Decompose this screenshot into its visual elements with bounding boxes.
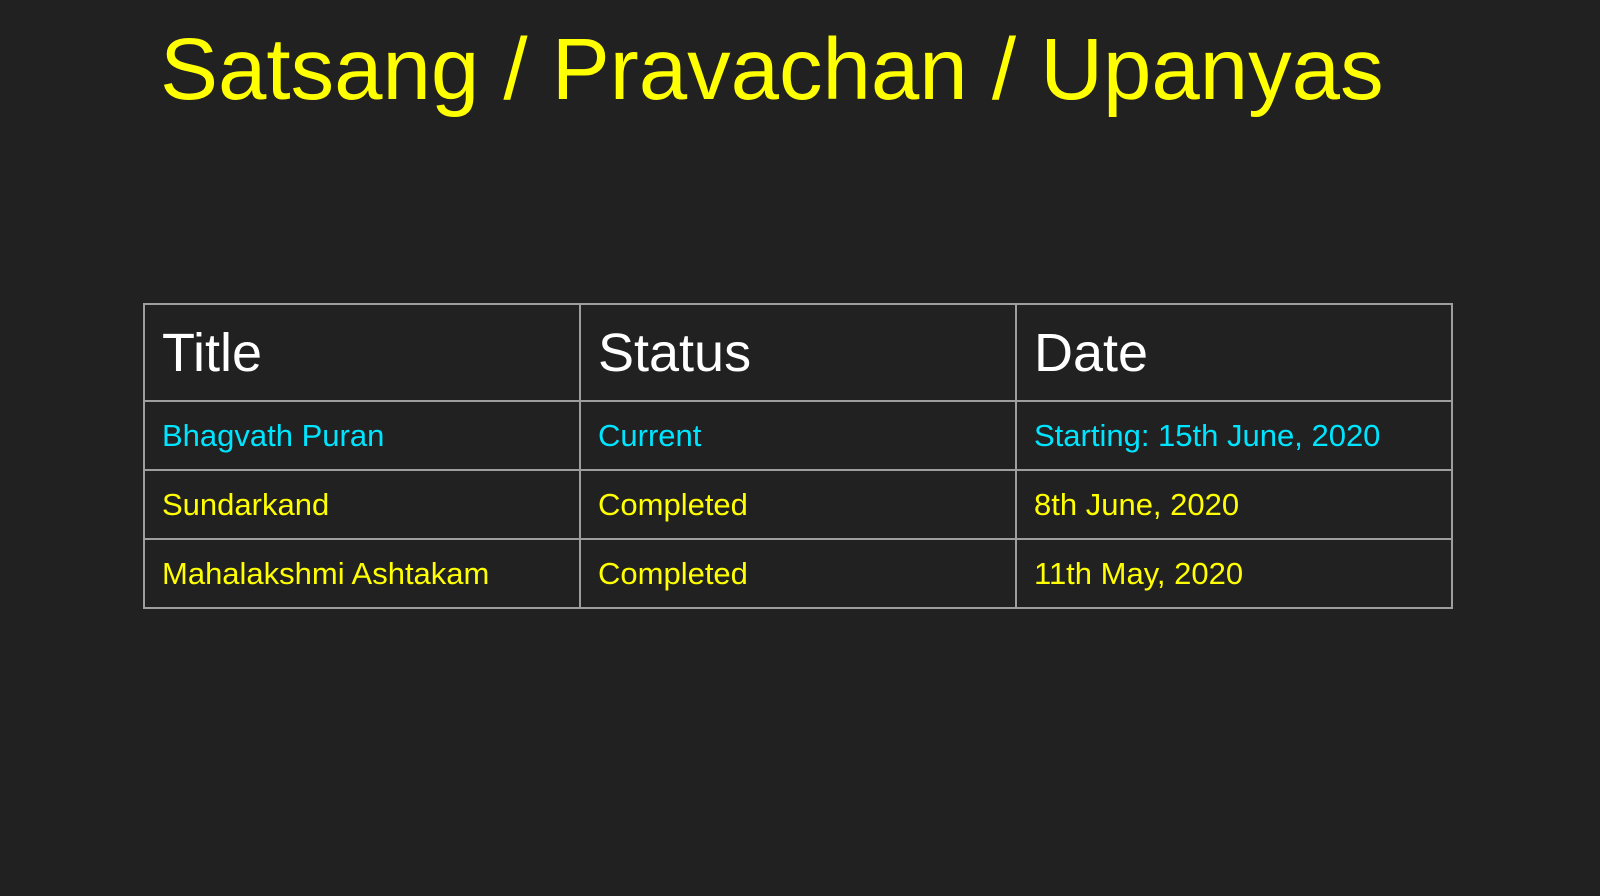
column-header-title: Title: [143, 303, 581, 402]
column-header-status: Status: [579, 303, 1017, 402]
table-row: Mahalakshmi Ashtakam Completed 11th May,…: [143, 538, 1453, 609]
page-title: Satsang / Pravachan / Upanyas: [160, 21, 1384, 118]
status-cell: Current: [579, 400, 1017, 471]
date-cell: 11th May, 2020: [1015, 538, 1453, 609]
status-cell: Completed: [579, 469, 1017, 540]
title-cell: Sundarkand: [143, 469, 581, 540]
date-cell: 8th June, 2020: [1015, 469, 1453, 540]
table-row: Sundarkand Completed 8th June, 2020: [143, 469, 1453, 540]
table-header-row: Title Status Date: [143, 303, 1453, 402]
title-cell: Mahalakshmi Ashtakam: [143, 538, 581, 609]
column-header-date: Date: [1015, 303, 1453, 402]
title-cell: Bhagvath Puran: [143, 400, 581, 471]
date-cell: Starting: 15th June, 2020: [1015, 400, 1453, 471]
table-row: Bhagvath Puran Current Starting: 15th Ju…: [143, 400, 1453, 471]
status-cell: Completed: [579, 538, 1017, 609]
schedule-table: Title Status Date Bhagvath Puran Current…: [143, 303, 1453, 609]
